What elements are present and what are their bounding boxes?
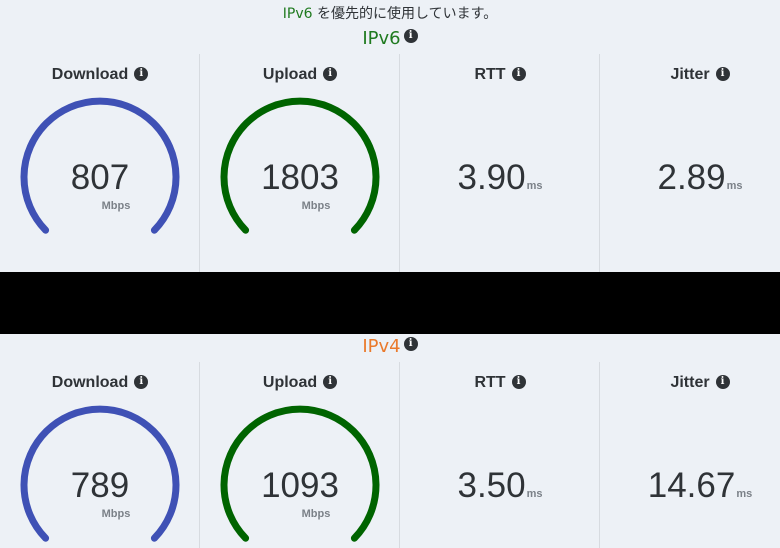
download-label: Download i [0,64,200,86]
download-value: 807 [70,158,130,197]
ipv4-jitter: Jitter i 14.67ms [600,362,780,548]
jitter-number: 2.89 [657,158,726,197]
ipv4-section: IPv4 i Download i 789 Mbps Upload i 1093 Mb… [0,334,780,548]
ipv4-rtt: RTT i 3.50ms [400,362,600,548]
download-unit: Mbps [101,508,131,520]
jitter-label: Jitter i [600,64,780,86]
ipv6-download: Download i 807 Mbps [0,54,200,272]
jitter-label: Jitter i [600,372,780,394]
info-icon[interactable]: i [403,337,418,351]
upload-unit: Mbps [301,200,331,212]
rtt-value: 3.90ms [400,158,600,198]
ipv4-download: Download i 789 Mbps [0,362,200,548]
ipv4-title: IPv4 i [0,334,780,360]
jitter-unit: ms [726,180,743,192]
rtt-number: 3.50 [457,466,526,505]
ipv6-title: IPv6 i [0,26,780,52]
ipv6-metrics: Download i 807 Mbps Upload i 1803 Mbps RTT… [0,54,780,272]
rtt-unit: ms [526,180,543,192]
info-icon[interactable]: i [134,375,149,389]
jitter-number: 14.67 [647,466,736,505]
jitter-value: 14.67ms [600,466,780,506]
ipv6-title-text: IPv6 [362,28,401,49]
rtt-number: 3.90 [457,158,526,197]
ipv4-title-text: IPv4 [362,336,401,357]
download-label: Download i [0,372,200,394]
banner-text: を優先的に使用しています。 [312,6,498,22]
jitter-value: 2.89ms [600,158,780,198]
info-icon[interactable]: i [715,375,730,389]
info-icon[interactable]: i [403,29,418,43]
ipv6-section: IPv6 i Download i 807 Mbps Upload i 1803 Mb… [0,26,780,272]
rtt-unit: ms [526,488,543,500]
banner-protocol: IPv6 [282,6,313,22]
ipv6-rtt: RTT i 3.90ms [400,54,600,272]
rtt-label: RTT i [400,64,600,86]
download-value: 789 [70,466,130,505]
ipv4-metrics: Download i 789 Mbps Upload i 1093 Mbps RTT… [0,362,780,548]
redacted-bar [0,272,780,334]
info-icon[interactable]: i [511,375,526,389]
ipv6-upload: Upload i 1803 Mbps [200,54,400,272]
jitter-unit: ms [736,488,753,500]
info-icon[interactable]: i [511,67,526,81]
rtt-value: 3.50ms [400,466,600,506]
info-icon[interactable]: i [323,375,338,389]
info-icon[interactable]: i [715,67,730,81]
download-unit: Mbps [101,200,131,212]
upload-label: Upload i [200,372,400,394]
info-icon[interactable]: i [323,67,338,81]
upload-value: 1803 [261,158,339,197]
upload-label: Upload i [200,64,400,86]
rtt-label: RTT i [400,372,600,394]
ipv4-upload: Upload i 1093 Mbps [200,362,400,548]
info-icon[interactable]: i [134,67,149,81]
upload-unit: Mbps [301,508,331,520]
upload-value: 1093 [261,466,339,505]
protocol-banner: IPv6 を優先的に使用しています。 [0,4,780,24]
ipv6-jitter: Jitter i 2.89ms [600,54,780,272]
